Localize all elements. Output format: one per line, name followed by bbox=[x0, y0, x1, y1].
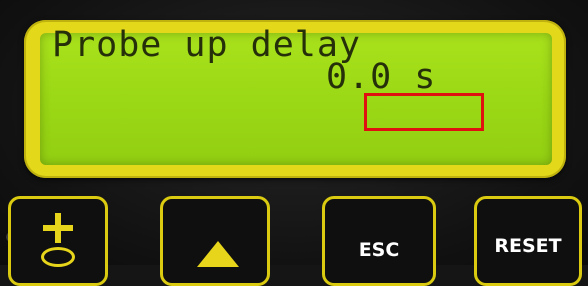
up-button[interactable] bbox=[160, 196, 270, 286]
probe-icon bbox=[41, 247, 75, 267]
plus-icon bbox=[43, 213, 73, 243]
reset-button[interactable]: RESET bbox=[474, 196, 582, 286]
reset-button-label: RESET bbox=[494, 235, 562, 257]
lcd-line-1: Probe up delay bbox=[52, 25, 362, 65]
esc-button[interactable]: ESC bbox=[322, 196, 436, 286]
plus-probe-button[interactable] bbox=[8, 196, 108, 286]
lcd-line-2-value: 0.0 s bbox=[326, 57, 437, 97]
value-highlight-box bbox=[364, 93, 484, 131]
up-arrow-icon bbox=[197, 241, 239, 267]
esc-button-label: ESC bbox=[358, 239, 400, 261]
